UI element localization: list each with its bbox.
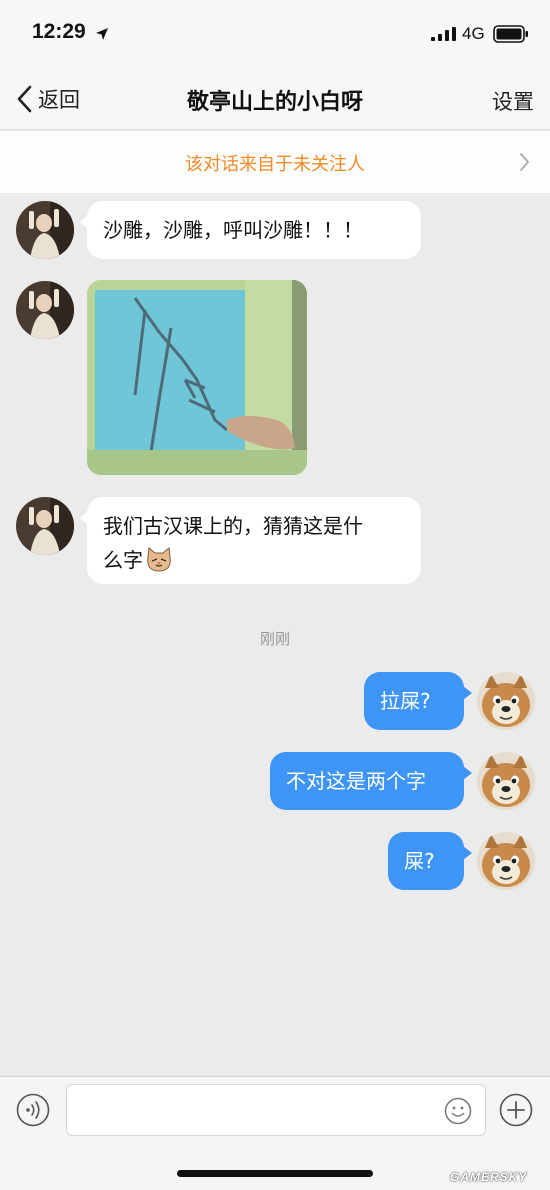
my-avatar[interactable] (477, 832, 535, 890)
watermark: GAMERSKY (450, 1170, 528, 1184)
message-image[interactable] (87, 280, 307, 475)
message-text-line: 么字 (103, 548, 143, 572)
my-avatar[interactable] (477, 752, 535, 810)
status-bar: 12:29 4G (0, 0, 550, 70)
message-bubble-incoming[interactable]: 我们古汉课上的，猜猜这是什 么字 (80, 497, 421, 584)
location-arrow-icon (96, 28, 108, 40)
voice-input-icon[interactable] (16, 1093, 50, 1127)
photo-handwriting-icon (87, 280, 307, 475)
settings-button[interactable]: 设置 (492, 86, 534, 116)
conversation-title: 敬亭山上的小白呀 (186, 90, 363, 115)
message-text: 拉屎? (380, 689, 431, 713)
message-bubble-outgoing[interactable]: 拉屎? (364, 672, 472, 730)
my-avatar[interactable] (477, 672, 535, 730)
contact-avatar[interactable] (16, 281, 74, 339)
back-button[interactable]: 返回 (16, 82, 80, 116)
home-indicator[interactable] (177, 1170, 373, 1177)
stranger-notice-bar[interactable]: 该对话来自于未关注人 (0, 131, 550, 193)
cat-face-emoji-icon (147, 547, 171, 572)
nav-bar: 返回 敬亭山上的小白呀 设置 (0, 70, 550, 130)
stranger-notice-text: 该对话来自于未关注人 (185, 154, 365, 175)
message-text: 不对这是两个字 (286, 769, 426, 793)
contact-avatar[interactable] (16, 201, 74, 259)
message-bubble-incoming[interactable]: 沙雕，沙雕，呼叫沙雕！！！ (80, 201, 421, 259)
chevron-right-icon (520, 153, 529, 171)
message-text: 沙雕，沙雕，呼叫沙雕！！！ (103, 218, 363, 242)
contact-avatar[interactable] (16, 497, 74, 555)
message-text: 屎? (404, 849, 435, 873)
message-input[interactable] (66, 1084, 486, 1136)
message-bubble-outgoing[interactable]: 屎? (388, 832, 472, 890)
chevron-left-icon (17, 85, 32, 113)
status-time: 12:29 (32, 20, 86, 43)
emoji-icon[interactable] (444, 1097, 472, 1125)
plus-icon[interactable] (499, 1093, 533, 1127)
cellular-signal-icon (431, 27, 456, 41)
back-label: 返回 (38, 88, 80, 112)
network-type: 4G (462, 24, 485, 43)
battery-icon (493, 25, 528, 43)
time-divider: 刚刚 (259, 630, 290, 648)
message-bubble-outgoing[interactable]: 不对这是两个字 (270, 752, 472, 810)
message-text-line: 我们古汉课上的，猜猜这是什 (103, 514, 363, 538)
